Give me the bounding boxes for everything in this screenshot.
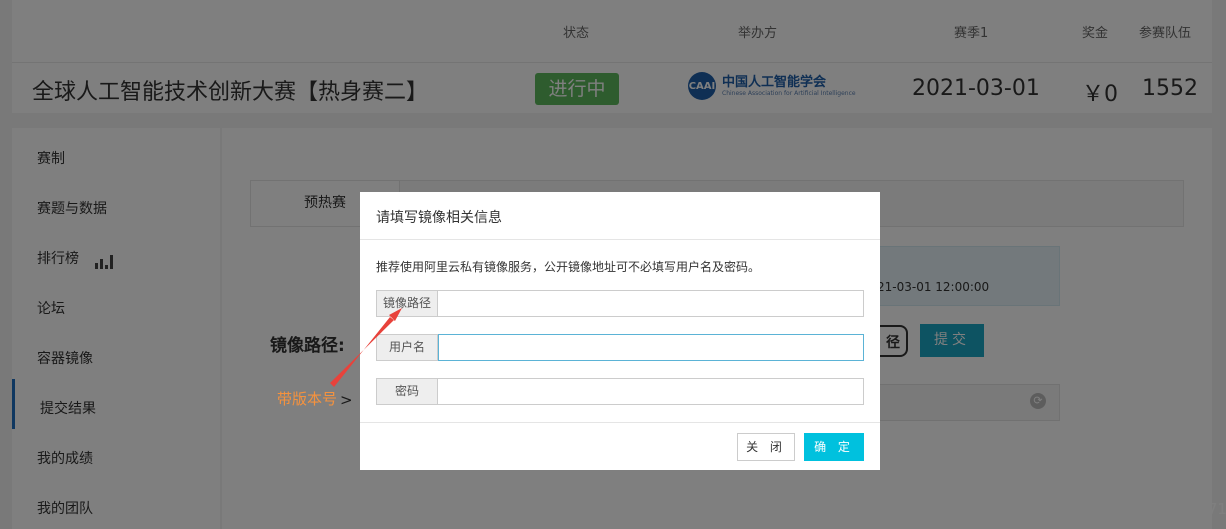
annotation-arrow-icon [330,308,402,387]
